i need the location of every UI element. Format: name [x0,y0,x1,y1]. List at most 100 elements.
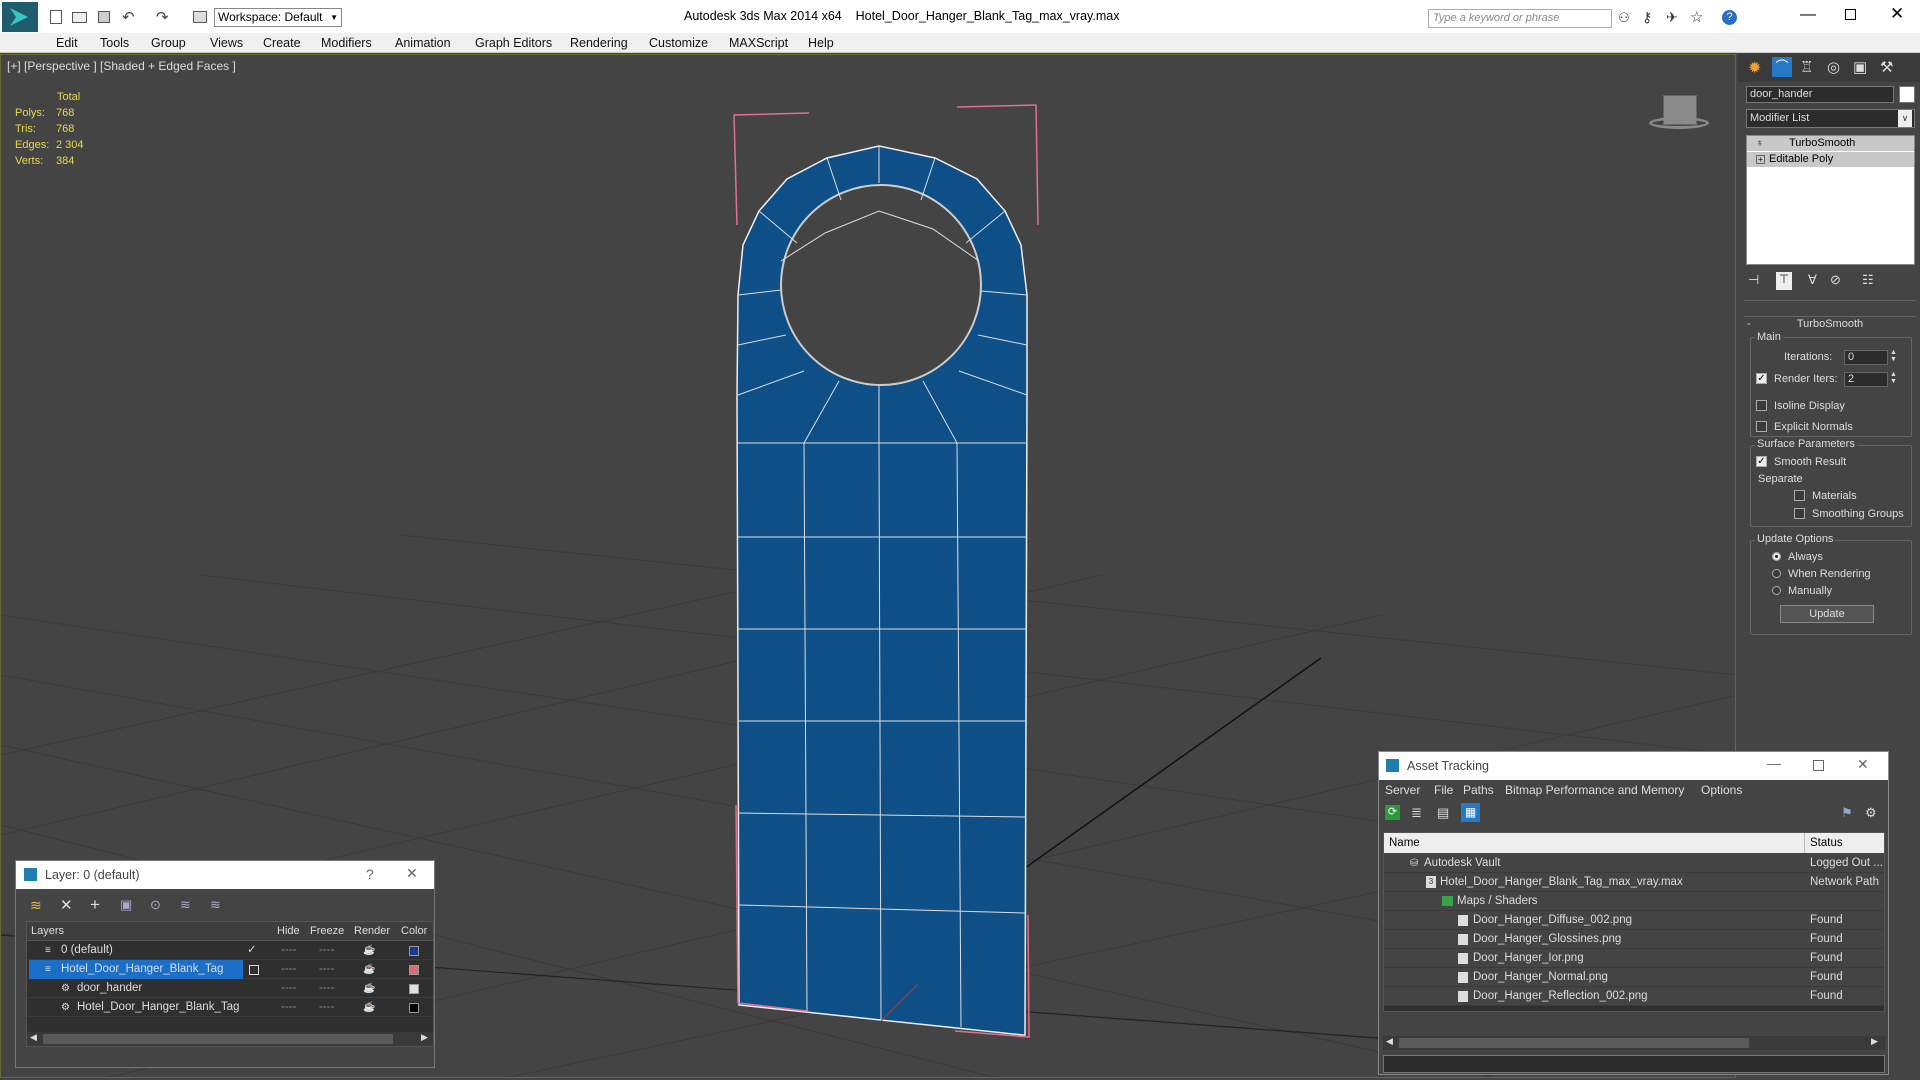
layer-window-titlebar[interactable]: Layer: 0 (default) ? ✕ [16,861,434,889]
scroll-right-icon[interactable]: ▶ [1871,1036,1878,1047]
menu-item-maxscript[interactable]: MAXScript [729,36,788,50]
undo-icon[interactable]: ↶ [122,8,135,26]
menu-item-group[interactable]: Group [151,36,186,50]
settings-icon[interactable]: ⚙ [1865,805,1877,821]
rollout-header[interactable]: - TurboSmooth [1744,316,1916,330]
scroll-left-icon[interactable]: ◀ [30,1032,37,1043]
table-view-icon[interactable]: ▦ [1461,803,1480,822]
show-end-result-icon[interactable]: ⊤ [1776,272,1792,290]
object-name-field[interactable]: door_hander [1746,86,1894,103]
close-icon[interactable]: ✕ [406,865,418,882]
modifier-stack-item[interactable]: + Editable Poly [1747,152,1914,167]
freeze-toggle[interactable]: ---- [319,960,334,979]
horizontal-scrollbar[interactable]: ◀ ▶ [27,1032,433,1046]
configure-sets-icon[interactable]: ☷ [1862,272,1874,288]
modifier-stack[interactable]: ♁ TurboSmooth + Editable Poly [1746,135,1915,265]
lightbulb-icon[interactable]: ♁ [1756,136,1764,151]
smoothing-groups-checkbox[interactable] [1794,507,1805,519]
current-layer-check-icon[interactable]: ✓ [247,941,257,960]
open-file-icon[interactable] [72,12,87,23]
project-folder-icon[interactable] [193,11,207,23]
menu-item-customize[interactable]: Customize [649,36,708,50]
menu-item-server[interactable]: Server [1385,780,1420,800]
motion-tab-icon[interactable]: ◎ [1827,58,1840,76]
door-hanger-mesh[interactable] [733,104,1039,1038]
menu-item-modifiers[interactable]: Modifiers [321,36,372,50]
asset-row[interactable]: Door_Hanger_Ior.png Found [1384,949,1884,968]
update-button[interactable]: Update [1780,605,1874,623]
hide-toggle[interactable]: ---- [281,941,296,960]
layer-row[interactable]: ≡ Hotel_Door_Hanger_Blank_Tag ---- ---- … [27,960,433,979]
menu-item-create[interactable]: Create [263,36,301,50]
scrollbar-thumb[interactable] [1399,1038,1749,1048]
thumbnail-view-icon[interactable]: ▤ [1437,805,1449,821]
search-input[interactable]: Type a keyword or phrase [1428,9,1612,28]
isoline-checkbox[interactable] [1756,399,1767,411]
set-current-box-icon[interactable] [249,965,259,975]
manually-radio[interactable] [1772,584,1781,596]
layer-color-swatch[interactable] [409,1003,419,1013]
always-radio[interactable] [1772,550,1781,562]
menu-item-paths[interactable]: Paths [1463,780,1494,800]
workspace-dropdown[interactable]: Workspace: Default ▼ [214,8,342,27]
layer-row[interactable]: ⚙ Hotel_Door_Hanger_Blank_Tag ---- ---- … [27,998,433,1017]
scroll-right-icon[interactable]: ▶ [421,1032,428,1043]
communication-center-icon[interactable]: ✈ [1666,9,1678,26]
new-file-icon[interactable] [50,10,62,24]
asset-window-titlebar[interactable]: Asset Tracking — ✕ [1379,752,1888,780]
freeze-toggle[interactable]: ---- [319,979,334,998]
asset-row[interactable]: ⛁ Autodesk Vault Logged Out ... [1384,854,1884,873]
hide-toggle[interactable]: ---- [281,979,296,998]
expand-plus-icon[interactable]: + [1756,155,1765,164]
column-header-render[interactable]: Render [354,922,390,941]
asset-row[interactable]: Door_Hanger_Glossines.png Found [1384,930,1884,949]
modify-tab-icon[interactable]: ⌒ [1772,57,1792,77]
asset-row[interactable]: 3 Hotel_Door_Hanger_Blank_Tag_max_vray.m… [1384,873,1884,892]
viewcube-icon[interactable] [1647,95,1711,135]
hide-toggle[interactable]: ---- [281,998,296,1017]
menu-item-edit[interactable]: Edit [56,36,78,50]
help-icon[interactable]: ⚑ [1841,805,1853,821]
freeze-toggle[interactable]: ---- [319,998,334,1017]
hide-all-icon[interactable]: ≋ [180,897,191,913]
explicit-normals-checkbox[interactable] [1756,420,1767,432]
create-tab-icon[interactable]: ✹ [1748,58,1761,78]
refresh-icon[interactable]: ⟳ [1385,805,1400,820]
object-color-swatch[interactable] [1899,86,1915,103]
menu-item-views[interactable]: Views [210,36,243,50]
render-teapot-icon[interactable]: ☕ [363,979,375,998]
column-header-color[interactable]: Color [401,922,427,941]
render-teapot-icon[interactable]: ☕ [363,941,375,960]
maximize-icon[interactable] [1845,9,1856,20]
smooth-result-checkbox[interactable]: ✓ [1756,455,1767,467]
pin-stack-icon[interactable]: ⊣ [1748,272,1759,288]
help-icon[interactable]: ? [1722,10,1737,25]
make-unique-icon[interactable]: ∀ [1808,272,1817,288]
asset-row[interactable]: Door_Hanger_Reflection_002.png Found [1384,987,1884,1006]
freeze-toggle[interactable]: ---- [319,941,334,960]
layer-color-swatch[interactable] [409,946,419,956]
materials-checkbox[interactable] [1794,489,1805,501]
close-icon[interactable]: ✕ [1890,4,1904,24]
column-header-hide[interactable]: Hide [277,922,300,941]
remove-modifier-icon[interactable]: ⊘ [1830,272,1841,288]
menu-item-file[interactable]: File [1434,780,1453,800]
scroll-left-icon[interactable]: ◀ [1386,1036,1393,1047]
delete-layer-icon[interactable]: ✕ [60,896,73,914]
spinner-arrows-icon[interactable]: ▲ ▼ [1890,371,1897,385]
iterations-spinner[interactable]: 0 [1844,350,1888,365]
display-tab-icon[interactable]: ▣ [1853,58,1867,76]
freeze-all-icon[interactable]: ≋ [210,897,221,913]
layer-row[interactable]: ⚙ door_hander ---- ---- ☕ [27,979,433,998]
column-header-freeze[interactable]: Freeze [310,922,344,941]
modifier-stack-item[interactable]: ♁ TurboSmooth [1747,136,1914,151]
add-to-layer-icon[interactable]: + [90,895,100,915]
render-iters-spinner[interactable]: 2 [1844,372,1888,387]
menu-item-options[interactable]: Options [1701,780,1742,800]
column-header-name[interactable]: Name [1389,833,1420,853]
key-icon[interactable]: ⚷ [1642,9,1652,26]
menu-item-tools[interactable]: Tools [100,36,129,50]
minimize-icon[interactable]: — [1800,6,1816,24]
column-header-status[interactable]: Status [1810,833,1843,853]
asset-horizontal-scrollbar[interactable]: ◀ ▶ [1383,1036,1885,1050]
